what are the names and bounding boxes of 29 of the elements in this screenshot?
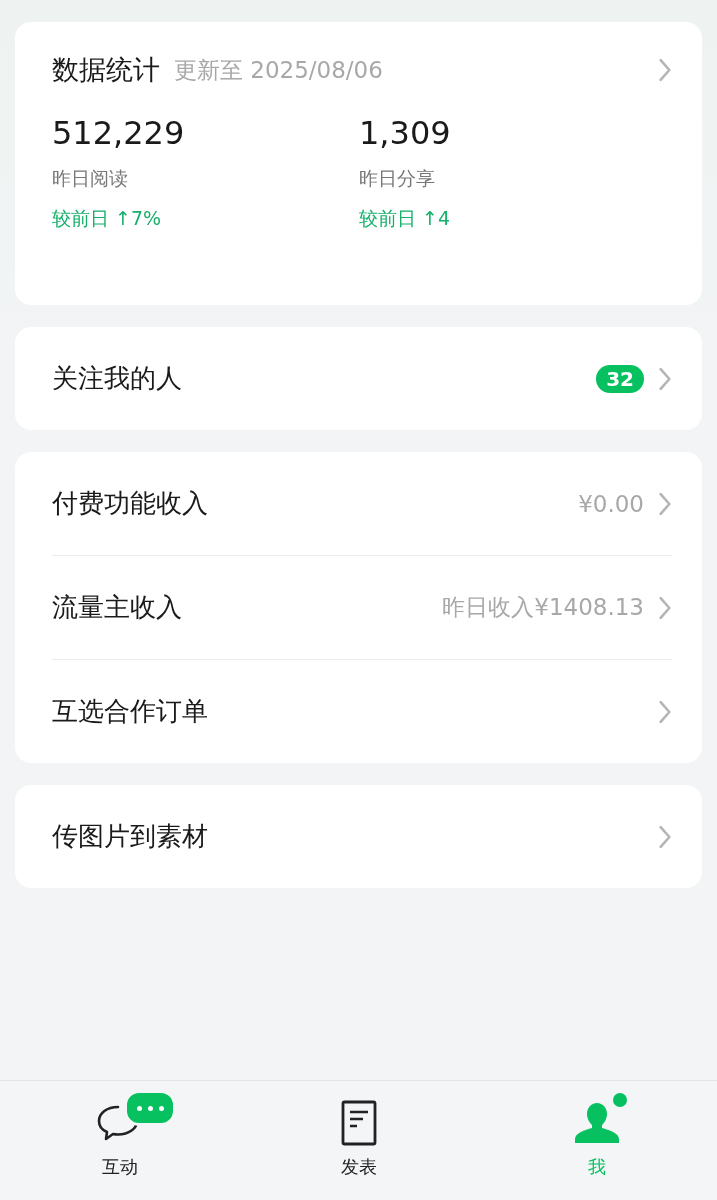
row-label: 传图片到素材 xyxy=(52,820,208,853)
chevron-right-icon xyxy=(658,699,672,724)
metric-change: 较前日 ↑7% xyxy=(52,206,162,231)
chevron-right-icon[interactable] xyxy=(658,58,672,82)
metric-label: 昨日阅读 xyxy=(52,166,128,191)
update-date: 更新至 2025/08/06 xyxy=(174,55,384,85)
tab[interactable]: 发表 xyxy=(298,1081,419,1200)
chevron-right-icon xyxy=(658,595,672,620)
row-value: 昨日收入¥1408.13 xyxy=(442,593,644,622)
menu-row[interactable]: 关注我的人 32 xyxy=(52,327,672,430)
row-label: 关注我的人 xyxy=(52,362,182,395)
chevron-right-icon xyxy=(658,366,672,391)
metric-change: 较前日 ↑4 xyxy=(359,206,451,231)
chevron-right-icon xyxy=(658,824,672,849)
row-label: 互选合作订单 xyxy=(52,695,208,728)
metric-label: 昨日分享 xyxy=(359,166,435,191)
row-label: 流量主收入 xyxy=(52,591,182,624)
metric-value: 512,229 xyxy=(52,114,185,152)
row-label: 付费功能收入 xyxy=(52,487,208,520)
menu-row[interactable]: 流量主收入 昨日收入¥1408.13 xyxy=(52,555,672,659)
tab[interactable]: 互动 xyxy=(60,1081,180,1200)
metric-value: 1,309 xyxy=(359,114,451,152)
menu-row[interactable]: 付费功能收入 ¥0.00 xyxy=(52,452,672,555)
menu-row[interactable]: 传图片到素材 xyxy=(52,785,672,888)
menu-row[interactable]: 互选合作订单 xyxy=(52,659,672,763)
stats-title: 数据统计 xyxy=(52,53,160,87)
chevron-right-icon xyxy=(658,491,672,516)
row-value: ¥0.00 xyxy=(578,490,644,517)
count-badge: 32 xyxy=(596,364,644,393)
